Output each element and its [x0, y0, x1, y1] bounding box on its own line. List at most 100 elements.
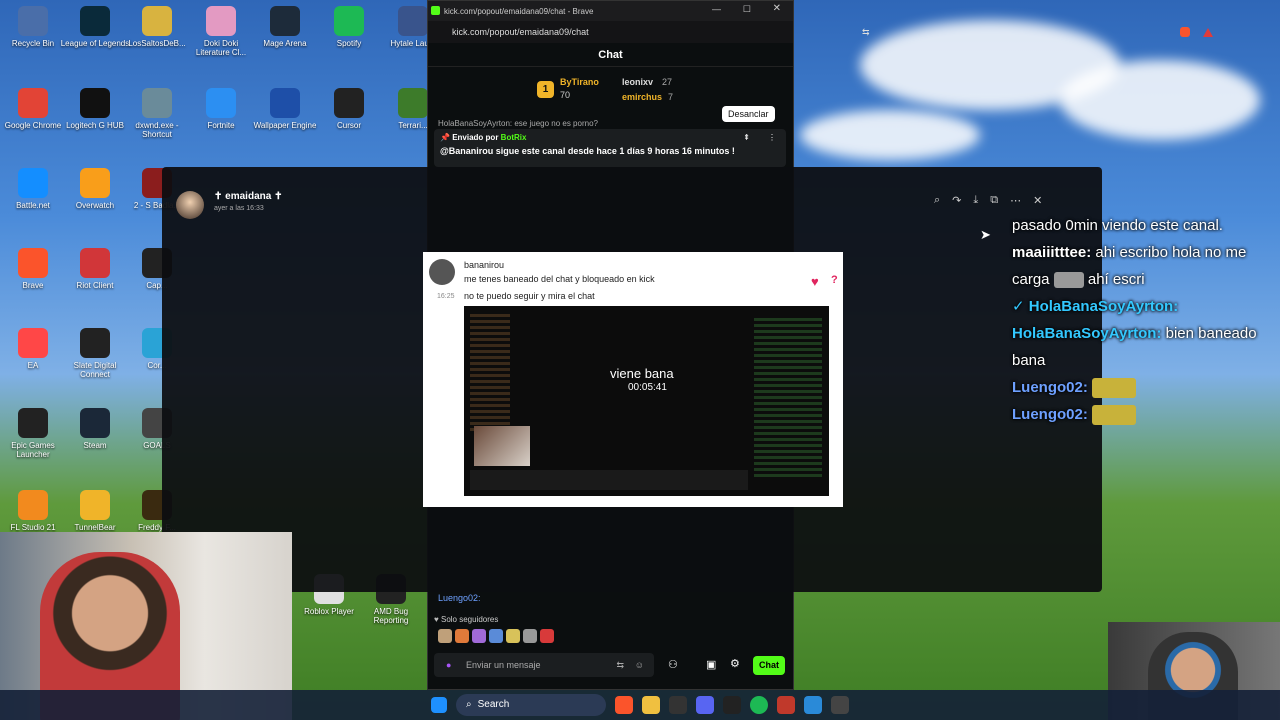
taskbar-search[interactable]: ⌕ Search: [456, 694, 606, 716]
league-icon: [80, 6, 110, 36]
desktop-icon-label: Riot Client: [76, 281, 114, 290]
chat-text: pasado 0min viendo este canal.: [1012, 217, 1223, 234]
desktop-icon[interactable]: LosSaltosDeB...: [122, 6, 192, 48]
send-chat-button[interactable]: Chat: [753, 656, 785, 675]
emote-icon: [1092, 378, 1137, 399]
chat-badges: ✓: [1012, 298, 1025, 315]
stream-chat-overlay: pasado 0min viendo este canal. maaiiittt…: [1012, 192, 1280, 472]
address-bar[interactable]: ⇆ kick.com/popout/emaidana09/chat: [428, 21, 1213, 43]
gifter-3-name[interactable]: emirchus: [622, 92, 662, 102]
battlenet-icon: [18, 168, 48, 198]
emote-icon[interactable]: [438, 629, 452, 643]
desktop-icon[interactable]: Riot Client: [60, 248, 130, 290]
desktop-icon[interactable]: Wallpaper Engine: [250, 88, 320, 130]
unpin-button[interactable]: Desanclar: [722, 106, 775, 122]
desktop-icon[interactable]: League of Legends: [60, 6, 130, 48]
gifter-2-count: 27: [662, 77, 673, 87]
doki-icon: [206, 6, 236, 36]
message-input[interactable]: ● Enviar un mensaje ⇆ ☺: [434, 653, 654, 677]
emote-icon[interactable]: [455, 629, 469, 643]
desktop-icon[interactable]: Fortnite: [186, 88, 256, 130]
desktop-icon[interactable]: Overwatch: [60, 168, 130, 210]
desktop-icon-label: Cursor: [336, 121, 361, 130]
spotify-taskbar-icon[interactable]: [750, 696, 768, 714]
photos-taskbar-icon[interactable]: [804, 696, 822, 714]
desktop-icon[interactable]: Battle.net: [0, 168, 68, 210]
file-explorer-icon[interactable]: [642, 696, 660, 714]
chat-overlay-line: Luengo02:: [1012, 401, 1280, 428]
search-icon: ⌕: [466, 699, 472, 710]
desktop-icon[interactable]: Google Chrome: [0, 88, 68, 130]
epic-taskbar-icon[interactable]: [669, 696, 687, 714]
mouse-cursor: ➤: [980, 227, 991, 242]
desktop-icon[interactable]: Doki Doki Literature Cl...: [186, 6, 256, 57]
desktop-icon-label: AMD Bug Reporting: [373, 607, 409, 625]
heart-reaction-icon[interactable]: ♥: [811, 274, 819, 289]
desktop-icon[interactable]: Steam: [60, 408, 130, 450]
close-icon[interactable]: ✕: [773, 3, 781, 14]
gifter-2-name[interactable]: leonixv: [622, 77, 653, 87]
desktop-icon[interactable]: Epic Games Launcher: [0, 408, 68, 459]
maximize-icon[interactable]: ☐: [743, 4, 751, 15]
brave-taskbar-icon[interactable]: [615, 696, 633, 714]
emote-icon[interactable]: [472, 629, 486, 643]
gifter-1-name[interactable]: ByTirano: [560, 77, 599, 87]
folder-icon: [142, 6, 172, 36]
shared-screenshot[interactable]: bananirou me tenes baneado del chat y bl…: [423, 252, 843, 507]
emote-icon[interactable]: [540, 629, 554, 643]
emote-icon[interactable]: [523, 629, 537, 643]
embedded-stream-screenshot: viene bana 00:05:41: [464, 306, 829, 496]
chat-header: Chat: [428, 43, 793, 67]
logitech-icon: [80, 88, 110, 118]
emote-icon[interactable]: [489, 629, 503, 643]
discord-taskbar-icon[interactable]: [696, 696, 714, 714]
desktop-icon[interactable]: Slate Digital Connect: [60, 328, 130, 379]
card-line-2: no te puedo seguir y mira el chat: [464, 291, 595, 301]
gift-icon[interactable]: ▣: [706, 658, 716, 671]
download-icon[interactable]: ⤓: [973, 194, 978, 207]
tools-icon[interactable]: ⚇: [668, 658, 678, 671]
input-placeholder: Enviar un mensaje: [466, 660, 541, 670]
pinned-author[interactable]: BotRix: [501, 133, 527, 142]
desktop-icon[interactable]: Brave: [0, 248, 68, 290]
desktop-icon[interactable]: Recycle Bin: [0, 6, 68, 48]
brave-shield-icon[interactable]: [1180, 27, 1190, 37]
tool-taskbar-icon[interactable]: [831, 696, 849, 714]
chat-username[interactable]: Luengo02:: [438, 593, 481, 603]
pin-toggle-icon[interactable]: ⇞: [743, 133, 750, 142]
desktop-icon[interactable]: FL Studio 21: [0, 490, 68, 532]
desktop-icon[interactable]: dxwnd.exe - Shortcut: [122, 88, 192, 139]
app-taskbar-icon[interactable]: [777, 696, 795, 714]
open-external-icon[interactable]: ⧉: [990, 194, 998, 207]
desktop-icon[interactable]: Spotify: [314, 6, 384, 48]
emoji-icon[interactable]: ☺: [635, 653, 644, 677]
desktop-icon[interactable]: Mage Arena: [250, 6, 320, 48]
brave-rewards-icon[interactable]: [1203, 28, 1213, 37]
top-gifters: 1 ByTirano 70 leonixv 27 emirchus 7: [428, 67, 793, 111]
chat-user: HolaBanaSoyAyrton:: [1028, 298, 1179, 315]
windows-start-icon[interactable]: [431, 697, 447, 713]
forward-icon[interactable]: ↷: [952, 194, 961, 207]
desktop-icon-label: Spotify: [336, 39, 362, 48]
emote-icon: [1092, 405, 1137, 426]
zoom-icon[interactable]: ⌕: [934, 194, 940, 207]
pinned-more-icon[interactable]: ⋮: [768, 133, 776, 142]
chat-overlay-line: Luengo02:: [1012, 374, 1280, 401]
obs-taskbar-icon[interactable]: [723, 696, 741, 714]
site-info-icon[interactable]: ⇆: [862, 27, 870, 38]
desktop-icon[interactable]: TunnelBear: [60, 490, 130, 532]
cursor-app-icon: [334, 88, 364, 118]
followers-only-text: Solo seguidores: [440, 615, 499, 624]
emote-icon[interactable]: [506, 629, 520, 643]
help-icon[interactable]: ?: [831, 274, 838, 286]
translate-icon[interactable]: ⇆: [616, 653, 624, 677]
mic-icon[interactable]: ●: [446, 653, 451, 677]
settings-icon[interactable]: ⚙: [730, 657, 740, 670]
dxwnd-icon: [142, 88, 172, 118]
brave-icon: [18, 248, 48, 278]
desktop-icon[interactable]: Cursor: [314, 88, 384, 130]
desktop-icon[interactable]: Logitech G HUB: [60, 88, 130, 130]
desktop-icon[interactable]: EA: [0, 328, 68, 370]
taskbar: ⌕ Search: [0, 690, 1280, 720]
minimize-icon[interactable]: —: [712, 4, 721, 14]
